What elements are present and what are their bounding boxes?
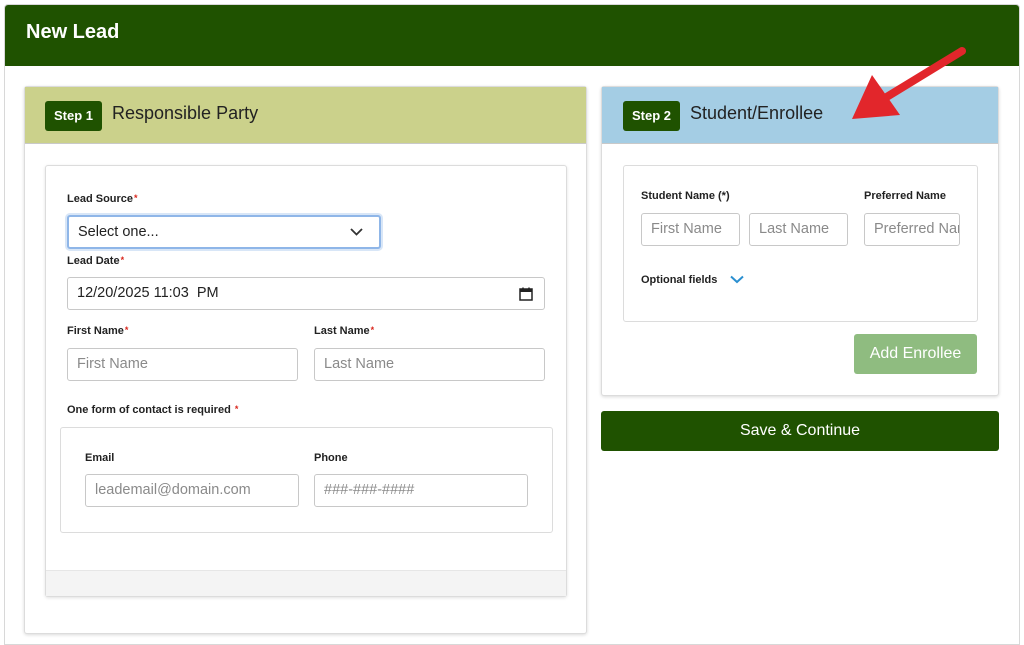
step2-badge: Step 2	[623, 101, 681, 131]
optional-fields-toggle[interactable]: Optional fields	[641, 270, 744, 290]
lead-source-label: Lead Source*	[67, 193, 138, 205]
preferred-name-placeholder: Preferred Name	[874, 221, 959, 237]
student-last-name-input[interactable]: Last Name	[749, 213, 848, 246]
student-name-label: Student Name (*)	[641, 190, 730, 202]
preferred-name-input[interactable]: Preferred Name	[864, 213, 960, 246]
student-last-name-placeholder: Last Name	[759, 221, 830, 237]
save-continue-button[interactable]: Save & Continue	[601, 411, 999, 451]
preferred-name-label: Preferred Name	[864, 190, 946, 202]
first-name-label: First Name*	[67, 325, 129, 337]
new-lead-modal: New Lead Step 1 Responsible Party Lead S…	[4, 4, 1020, 645]
lead-source-value: Select one...	[78, 224, 159, 240]
phone-label: Phone	[314, 452, 348, 464]
optional-fields-label: Optional fields	[641, 274, 718, 286]
first-name-placeholder: First Name	[77, 356, 148, 372]
modal-header: New Lead	[5, 5, 1019, 66]
first-name-input[interactable]: First Name	[67, 348, 298, 381]
add-enrollee-button[interactable]: Add Enrollee	[854, 334, 977, 374]
step2-header: Step 2 Student/Enrollee	[602, 87, 998, 144]
responsible-party-panel: Lead Source* Select one... Lead Date* 12…	[45, 165, 567, 597]
last-name-input[interactable]: Last Name	[314, 348, 545, 381]
student-first-name-placeholder: First Name	[651, 221, 722, 237]
chevron-down-icon	[350, 228, 363, 236]
contact-panel: Email leademail@domain.com Phone ###-###…	[60, 427, 553, 533]
email-input[interactable]: leademail@domain.com	[85, 474, 299, 507]
lead-date-value: 12/20/2025 11:03 PM	[77, 285, 219, 301]
phone-placeholder: ###-###-####	[324, 482, 415, 498]
lead-date-input[interactable]: 12/20/2025 11:03 PM	[67, 277, 545, 310]
step1-title: Responsible Party	[112, 103, 259, 123]
calendar-icon[interactable]	[519, 287, 533, 301]
lead-source-select[interactable]: Select one...	[67, 215, 381, 249]
chevron-down-icon	[730, 275, 744, 284]
step1-header: Step 1 Responsible Party	[25, 87, 586, 144]
email-placeholder: leademail@domain.com	[95, 482, 251, 498]
contact-required-label: One form of contact is required *	[67, 404, 239, 416]
modal-title: New Lead	[26, 21, 120, 43]
step1-card: Step 1 Responsible Party Lead Source* Se…	[24, 86, 587, 634]
step2-card: Step 2 Student/Enrollee Student Name (*)…	[601, 86, 999, 396]
lead-date-label: Lead Date*	[67, 255, 125, 267]
last-name-placeholder: Last Name	[324, 356, 395, 372]
enrollee-panel: Student Name (*) Preferred Name First Na…	[623, 165, 978, 322]
email-label: Email	[85, 452, 115, 464]
step2-title: Student/Enrollee	[690, 103, 824, 123]
last-name-label: Last Name*	[314, 325, 375, 337]
step1-badge: Step 1	[45, 101, 103, 131]
phone-input[interactable]: ###-###-####	[314, 474, 528, 507]
student-first-name-input[interactable]: First Name	[641, 213, 740, 246]
panel-footer	[46, 570, 566, 596]
